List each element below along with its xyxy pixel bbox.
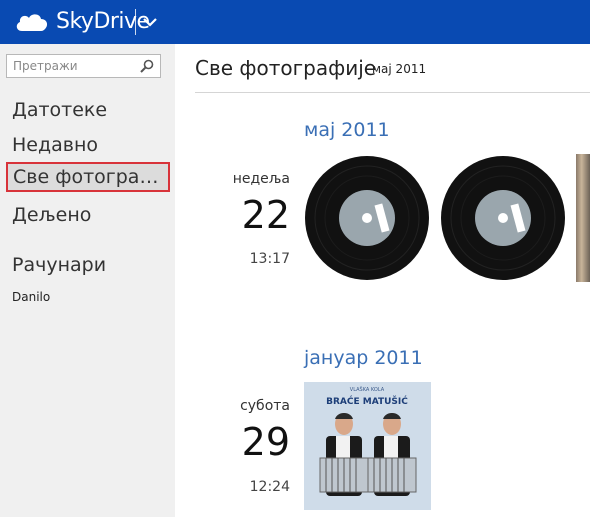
brand-link[interactable]: SkyDrive xyxy=(14,8,150,36)
page-subtitle[interactable]: мај 2011 xyxy=(372,62,426,76)
month-heading[interactable]: јануар 2011 xyxy=(304,346,423,370)
header-divider xyxy=(195,92,590,93)
album-title-text: BRAĆE MATUŠIĆ xyxy=(326,395,408,407)
search-icon[interactable] xyxy=(140,59,154,73)
sidebar-item-recent[interactable]: Недавно xyxy=(12,132,98,158)
month-heading[interactable]: мај 2011 xyxy=(304,118,390,142)
day-name: недеља xyxy=(232,171,290,187)
brand-divider xyxy=(135,9,136,35)
day-name: субота xyxy=(240,398,290,414)
sidebar-item-files[interactable]: Датотеке xyxy=(12,97,107,123)
day-number: 22 xyxy=(241,193,290,237)
top-bar: SkyDrive xyxy=(0,0,590,44)
search-box xyxy=(6,54,161,78)
cloud-icon xyxy=(16,14,48,31)
photo-thumbnail[interactable]: VLAŠKA KOLA BRAĆE MATUŠIĆ xyxy=(304,382,431,510)
photo-thumbnail[interactable] xyxy=(440,154,567,282)
time: 13:17 xyxy=(249,251,290,267)
vinyl-record-image xyxy=(305,156,429,280)
search-input[interactable] xyxy=(7,55,141,77)
time: 12:24 xyxy=(249,479,290,495)
vinyl-record-image xyxy=(441,156,565,280)
album-top-text: VLAŠKA KOLA xyxy=(350,386,385,393)
album-cover-image: VLAŠKA KOLA BRAĆE MATUŠIĆ xyxy=(304,382,431,510)
page-title: Све фотографије xyxy=(195,56,377,80)
chevron-down-icon[interactable] xyxy=(140,12,160,32)
photo-thumbnail[interactable] xyxy=(576,154,590,282)
photo-thumbnail[interactable] xyxy=(304,154,431,282)
day-number: 29 xyxy=(241,420,290,464)
computer-item-danilo[interactable]: Danilo xyxy=(12,290,50,304)
